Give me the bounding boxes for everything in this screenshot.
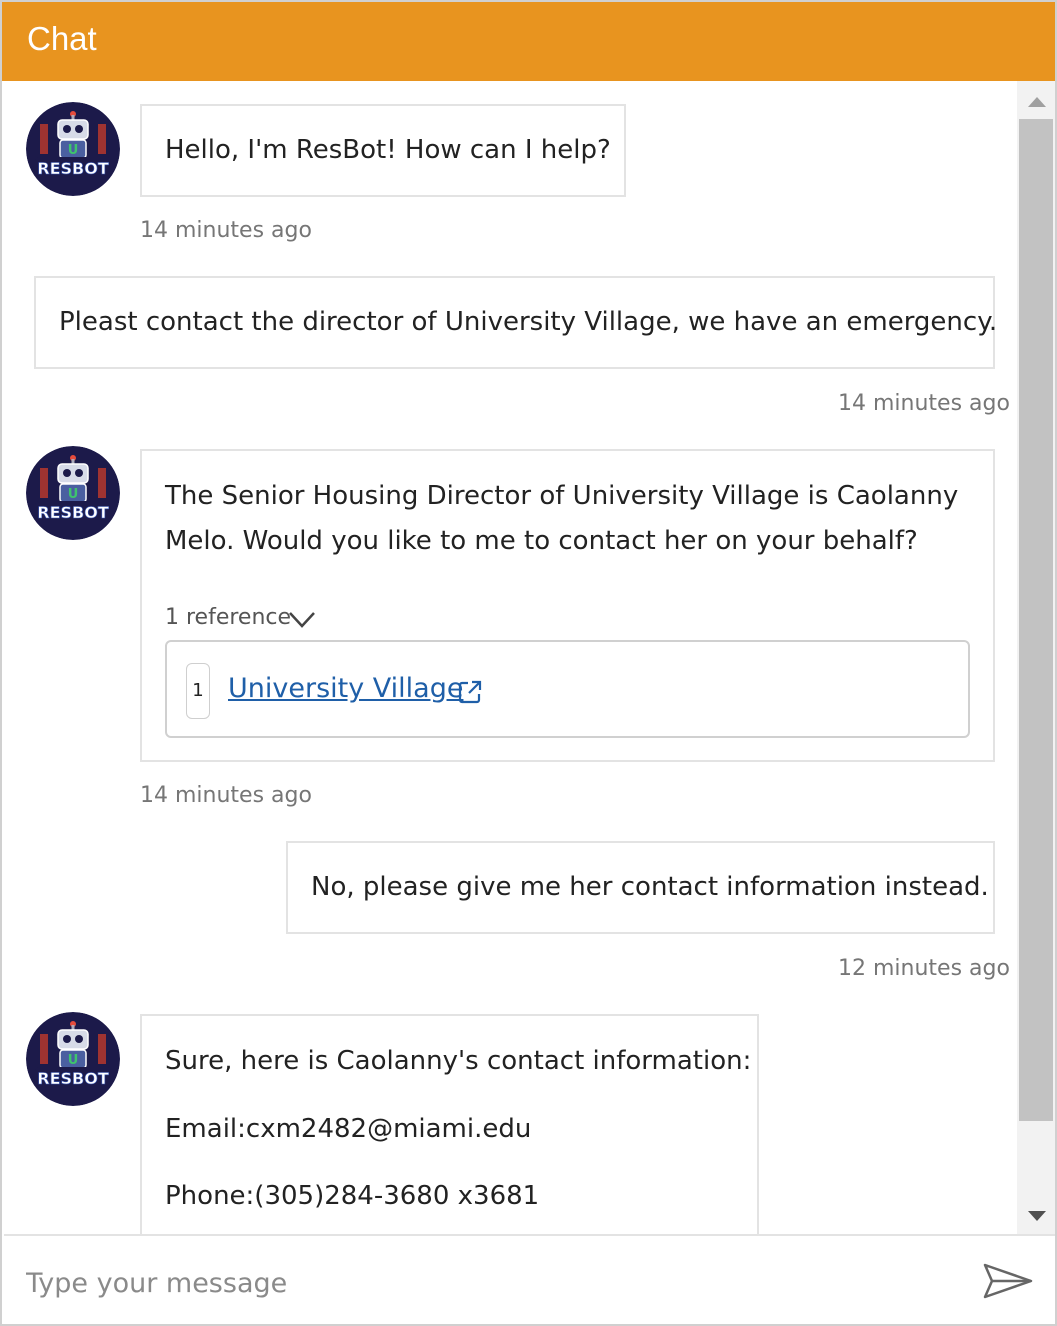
message-timestamp: 14 minutes ago (140, 783, 312, 808)
message-composer (4, 1234, 1055, 1324)
resbot-avatar-icon: U RESBOT (26, 446, 120, 540)
scroll-up-arrow-icon[interactable] (1027, 93, 1047, 112)
scroll-down-arrow-icon[interactable] (1027, 1207, 1047, 1226)
user-message-bubble: No, please give me her contact informati… (286, 841, 995, 934)
message-text-line: The Senior Housing Director of Universit… (165, 481, 959, 511)
message-text: Pleast contact the director of Universit… (59, 307, 998, 337)
message-text: No, please give me her contact informati… (311, 872, 989, 902)
external-link-icon[interactable] (457, 675, 483, 720)
transcript-scrollbar[interactable] (1017, 81, 1055, 1234)
message-timestamp: 14 minutes ago (140, 218, 312, 243)
reference-link[interactable]: University Village (228, 669, 463, 709)
send-icon[interactable] (982, 1262, 1038, 1302)
scrollbar-thumb[interactable] (1019, 119, 1053, 1121)
resbot-avatar-icon: U RESBOT (26, 1012, 120, 1106)
bot-message-bubble: Hello, I'm ResBot! How can I help? (140, 104, 626, 197)
svg-text:RESBOT: RESBOT (37, 159, 109, 178)
bot-message-bubble: Sure, here is Caolanny's contact informa… (140, 1014, 759, 1234)
message-input[interactable] (26, 1260, 926, 1306)
chat-transcript[interactable]: U RESBOT Hello, I'm ResBot! How can I he… (4, 81, 1017, 1234)
message-timestamp: 14 minutes ago (838, 391, 1010, 416)
chevron-down-icon[interactable] (288, 599, 316, 644)
message-text-line: Sure, here is Caolanny's contact informa… (165, 1046, 752, 1076)
svg-text:RESBOT: RESBOT (37, 1069, 109, 1088)
reference-card[interactable]: 1 University Village (165, 640, 970, 738)
svg-text:RESBOT: RESBOT (37, 503, 109, 522)
chat-title: Chat (27, 20, 97, 57)
svg-text:U: U (68, 143, 79, 158)
contact-phone: Phone:(305)284-3680 x3681 (165, 1181, 540, 1211)
bot-message-bubble: The Senior Housing Director of Universit… (140, 449, 995, 762)
resbot-avatar-icon: U RESBOT (26, 102, 120, 196)
svg-text:U: U (68, 487, 79, 502)
references-toggle[interactable]: 1 reference (165, 595, 291, 640)
chat-window: Chat U RESBOT Hello, I'm ResBot! How can… (0, 0, 1057, 1326)
chat-header: Chat (2, 2, 1055, 81)
reference-number-badge: 1 (186, 663, 210, 719)
message-text: Hello, I'm ResBot! How can I help? (165, 135, 611, 165)
contact-email: Email:cxm2482@miami.edu (165, 1114, 532, 1144)
svg-text:U: U (68, 1053, 79, 1068)
user-message-bubble: Pleast contact the director of Universit… (34, 276, 998, 369)
message-timestamp: 12 minutes ago (838, 956, 1010, 981)
message-text-line: Melo. Would you like to me to contact he… (165, 526, 918, 556)
